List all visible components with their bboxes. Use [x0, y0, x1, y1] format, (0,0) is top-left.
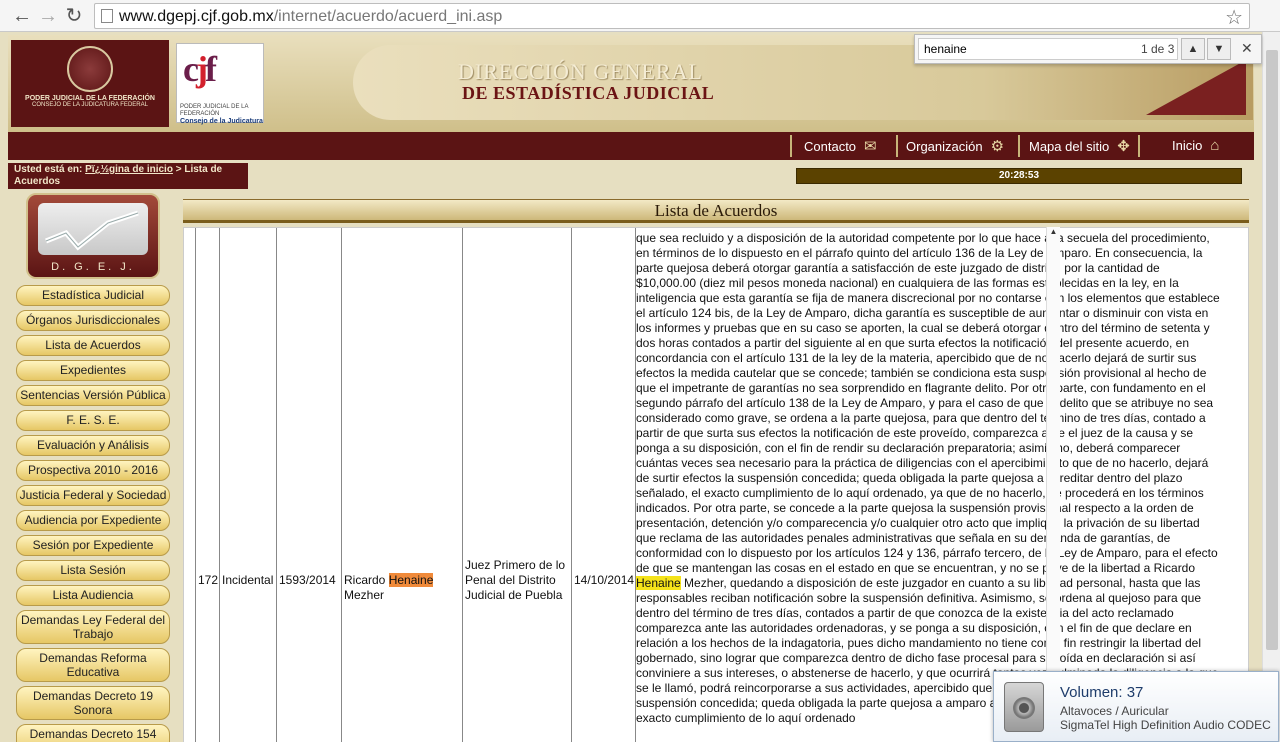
sidebar-item-fese[interactable]: F. E. S. E. — [16, 410, 170, 431]
page-icon — [101, 9, 113, 23]
table-cell-expediente: 1593/2014 — [277, 228, 342, 742]
nav-divider — [1018, 135, 1020, 157]
find-bar: henaine 1 de 3 ▲ ▼ ✕ — [914, 34, 1262, 64]
sidebar-item-justicia-federal[interactable]: Justicia Federal y Sociedad — [16, 485, 170, 506]
volume-codec: SigmaTel High Definition Audio CODEC — [1060, 718, 1271, 732]
site-title-line2: DE ESTADÍSTICA JUDICIAL — [462, 83, 715, 103]
page-scrollbar[interactable] — [1262, 32, 1280, 742]
scroll-thumb[interactable] — [1266, 50, 1278, 650]
clock: 20:28:53 — [796, 168, 1242, 184]
sidebar-item-expedientes[interactable]: Expedientes — [16, 360, 170, 381]
find-match: Henaine — [636, 576, 681, 590]
home-icon: ⌂ — [1210, 137, 1220, 154]
table-cell-acuerdo-text: que sea recluido y a disposición de la a… — [636, 231, 1220, 725]
sidebar-item-audiencia-expediente[interactable]: Audiencia por Expediente — [16, 510, 170, 531]
sidebar-item-lista-sesion[interactable]: Lista Sesión — [16, 560, 170, 581]
acuerdos-table: 172 Incidental 1593/2014 Ricardo Henaine… — [183, 227, 1249, 742]
scroll-up-icon[interactable]: ▲ — [1050, 227, 1058, 236]
cjf-logo[interactable]: cjf PODER JUDICIAL DE LA FEDERACIÓN Conse… — [176, 43, 264, 125]
seal-caption-2: CONSEJO DE LA JUDICATURA FEDERAL — [32, 102, 148, 108]
web-page: PODER JUDICIAL DE LA FEDERACIÓN CONSEJO … — [0, 32, 1262, 742]
sidebar-item-lista-audiencia[interactable]: Lista Audiencia — [16, 585, 170, 606]
reload-icon[interactable]: ↻ — [62, 4, 86, 28]
sidebar-item-organos[interactable]: Órganos Jurisdiccionales — [16, 310, 170, 331]
decorative-triangle — [1146, 60, 1246, 115]
sidebar-item-lista-acuerdos[interactable]: Lista de Acuerdos — [16, 335, 170, 356]
sidebar-item-evaluacion[interactable]: Evaluación y Análisis — [16, 435, 170, 456]
find-result-count: 1 de 3 — [1141, 42, 1175, 56]
table-cell-nombre: Ricardo Henaine Mezher — [342, 228, 463, 742]
find-next-button[interactable]: ▼ — [1207, 38, 1231, 60]
sidebar-item-sentencias[interactable]: Sentencias Versión Pública — [16, 385, 170, 406]
sidebar-item-demandas-154[interactable]: Demandas Decreto 154 — [16, 724, 170, 742]
top-nav: Contacto ✉ Organización ⚙ Mapa del sitio ✥ … — [8, 132, 1254, 160]
sidebar-item-demandas-lft[interactable]: Demandas Ley Federal del Trabajo — [16, 610, 170, 644]
nav-inicio[interactable]: Inicio ⌂ — [1172, 137, 1219, 154]
sidebar-item-demandas-sonora[interactable]: Demandas Decreto 19 Sonora — [16, 686, 170, 720]
pjf-seal-logo[interactable]: PODER JUDICIAL DE LA FEDERACIÓN CONSEJO … — [11, 40, 169, 127]
nav-mapa-sitio[interactable]: Mapa del sitio ✥ — [1029, 137, 1130, 155]
breadcrumb-prefix: Usted está en: — [14, 164, 86, 175]
sitemap-icon: ✥ — [1117, 138, 1130, 155]
nav-organizacion[interactable]: Organización ⚙ — [906, 137, 1004, 155]
envelope-icon: ✉ — [864, 138, 877, 155]
sidebar-item-prospectiva[interactable]: Prospectiva 2010 - 2016 — [16, 460, 170, 481]
seal-caption-1: PODER JUDICIAL DE LA FEDERACIÓN — [25, 95, 155, 102]
org-chart-icon: ⚙ — [990, 138, 1005, 155]
find-match-active: Henaine — [388, 573, 434, 587]
forward-arrow-icon[interactable]: → — [36, 4, 60, 28]
volume-level: Volumen: 37 — [1060, 684, 1144, 701]
dgej-logo[interactable]: D. G. E. J. — [26, 193, 160, 279]
find-input[interactable]: henaine — [918, 38, 1178, 60]
browser-toolbar: ← → ↻ www.dgepj.cjf.gob.mx/internet/acue… — [0, 0, 1280, 32]
table-cell-tipo: Incidental — [220, 228, 277, 742]
sidebar: D. G. E. J. Estadística Judicial Órganos… — [8, 190, 176, 742]
nav-divider — [896, 135, 898, 157]
nav-divider — [790, 135, 792, 157]
star-icon[interactable]: ☆ — [1225, 5, 1243, 30]
dgej-logo-label: D. G. E. J. — [51, 261, 135, 273]
seal-icon — [67, 46, 113, 92]
sidebar-item-sesion-expediente[interactable]: Sesión por Expediente — [16, 535, 170, 556]
back-arrow-icon[interactable]: ← — [10, 4, 34, 28]
speaker-icon — [1004, 682, 1044, 732]
cjf-caption-1: PODER JUDICIAL DE LA FEDERACIÓN — [180, 104, 249, 117]
nav-contacto[interactable]: Contacto ✉ — [804, 137, 877, 155]
breadcrumb-home-link[interactable]: Pï¿½gina de inicio — [85, 164, 173, 175]
find-previous-button[interactable]: ▲ — [1181, 38, 1205, 60]
table-scrollbar[interactable]: ▲ — [1046, 227, 1060, 742]
sidebar-item-demandas-reforma[interactable]: Demandas Reforma Educativa — [16, 648, 170, 682]
table-cell-fecha: 14/10/2014 — [572, 228, 636, 742]
chart-icon — [38, 203, 148, 255]
site-title-line1: DIRECCIÓN GENERAL — [458, 59, 703, 84]
url-text: www.dgepj.cjf.gob.mx/internet/acuerdo/ac… — [119, 8, 503, 25]
nav-divider — [1138, 135, 1140, 157]
table-cell-juzgado: Juez Primero de lo Penal del Distrito Ju… — [463, 228, 572, 742]
page-title: Lista de Acuerdos — [183, 199, 1249, 223]
breadcrumb: Usted está en: Pï¿½gina de inicio > List… — [8, 163, 248, 189]
volume-device: Altavoces / Auricular — [1060, 704, 1169, 718]
table-cell-num: 172 — [196, 228, 220, 742]
cjf-logo-mark: cjf — [183, 49, 217, 89]
address-bar[interactable]: www.dgepj.cjf.gob.mx/internet/acuerdo/ac… — [94, 3, 1250, 29]
cjf-caption-2: Consejo de la Judicatura — [180, 118, 263, 125]
close-icon[interactable]: ✕ — [1241, 40, 1253, 57]
table-cell-spacer — [184, 228, 196, 742]
volume-popup: Volumen: 37 Altavoces / Auricular SigmaT… — [993, 671, 1279, 742]
sidebar-item-estadistica-judicial[interactable]: Estadística Judicial — [16, 285, 170, 306]
